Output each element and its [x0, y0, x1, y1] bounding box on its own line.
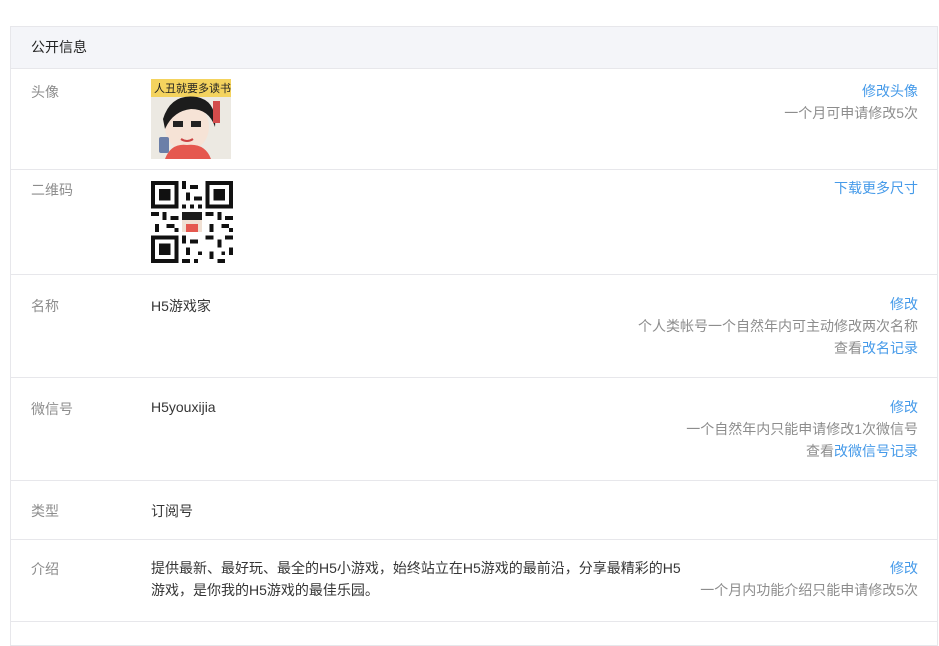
name-label: 名称 [31, 298, 59, 314]
edit-wechat-id-link[interactable]: 修改 [890, 399, 918, 415]
type-value: 订阅号 [151, 503, 193, 519]
name-history-prefix: 查看 [834, 340, 862, 356]
wechat-id-note: 一个自然年内只能申请修改1次微信号 [686, 421, 918, 437]
intro-value: 提供最新、最好玩、最全的H5小游戏，始终站立在H5游戏的最前沿，分享最精彩的H5… [151, 560, 681, 598]
wechat-id-ops: 修改 一个自然年内只能申请修改1次微信号 查看改微信号记录 [686, 396, 918, 462]
intro-note: 一个月内功能介绍只能申请修改5次 [700, 582, 918, 598]
public-info-panel: 公开信息 头像 人丑就要多读书 修改头像 一个月可申请修改5次 二维码 下载更多… [10, 26, 938, 646]
name-history-link[interactable]: 改名记录 [862, 340, 918, 356]
intro-row: 介绍 提供最新、最好玩、最全的H5小游戏，始终站立在H5游戏的最前沿，分享最精彩… [11, 540, 937, 622]
wechat-id-history-link[interactable]: 改微信号记录 [834, 443, 918, 459]
avatar-image: 人丑就要多读书 [151, 79, 231, 159]
edit-name-link[interactable]: 修改 [890, 296, 918, 312]
wechat-id-history-prefix: 查看 [806, 443, 834, 459]
qrcode-image [151, 181, 233, 263]
qrcode-label: 二维码 [31, 182, 73, 198]
avatar-row: 头像 人丑就要多读书 修改头像 一个月可申请修改5次 [11, 69, 937, 170]
wechat-id-label: 微信号 [31, 401, 73, 417]
download-sizes-link[interactable]: 下载更多尺寸 [834, 180, 918, 196]
edit-intro-link[interactable]: 修改 [890, 560, 918, 576]
svg-text:人丑就要多读书: 人丑就要多读书 [154, 81, 231, 95]
avatar: 人丑就要多读书 [151, 79, 231, 159]
qrcode [151, 181, 233, 263]
qrcode-row: 二维码 下载更多尺寸 [11, 170, 937, 275]
avatar-ops: 修改头像 一个月可申请修改5次 [784, 80, 918, 124]
name-note: 个人类帐号一个自然年内可主动修改两次名称 [638, 318, 918, 334]
name-row: 名称 H5游戏家 修改 个人类帐号一个自然年内可主动修改两次名称 查看改名记录 [11, 275, 937, 378]
intro-ops: 修改 一个月内功能介绍只能申请修改5次 [700, 557, 918, 601]
panel-title: 公开信息 [11, 27, 937, 69]
avatar-label: 头像 [31, 84, 59, 100]
name-value: H5游戏家 [151, 298, 211, 314]
type-label: 类型 [31, 503, 59, 519]
name-ops: 修改 个人类帐号一个自然年内可主动修改两次名称 查看改名记录 [638, 293, 918, 359]
wechat-id-value: H5youxijia [151, 399, 216, 415]
wechat-id-row: 微信号 H5youxijia 修改 一个自然年内只能申请修改1次微信号 查看改微… [11, 378, 937, 481]
intro-label: 介绍 [31, 561, 59, 577]
type-row: 类型 订阅号 [11, 481, 937, 540]
avatar-note: 一个月可申请修改5次 [784, 105, 918, 121]
edit-avatar-link[interactable]: 修改头像 [862, 83, 918, 99]
qrcode-ops: 下载更多尺寸 [834, 177, 918, 199]
